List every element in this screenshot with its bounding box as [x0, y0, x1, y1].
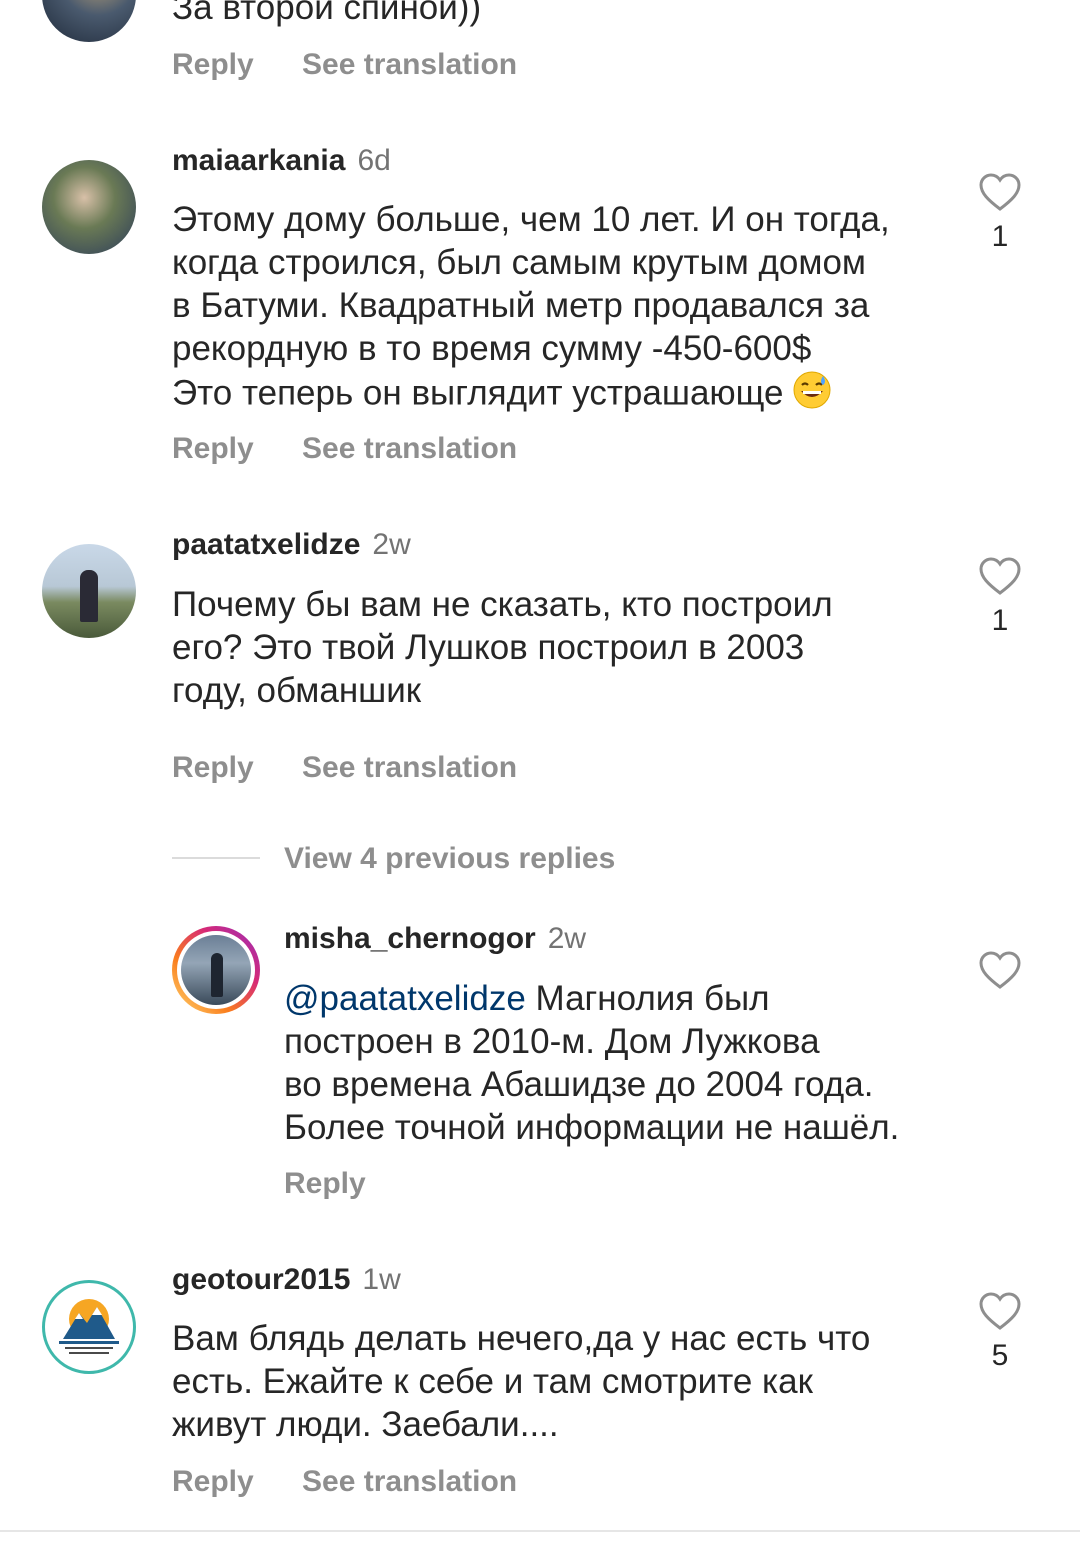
- like-button[interactable]: 5: [970, 1291, 1030, 1373]
- see-translation-button[interactable]: See translation: [302, 1465, 517, 1498]
- reply-meta: misha_chernogor 2w: [284, 922, 586, 956]
- reply-button[interactable]: Reply: [284, 1167, 366, 1200]
- reply-button[interactable]: Reply: [172, 751, 254, 784]
- heart-icon: [979, 173, 1021, 211]
- comment-actions: Reply See translation: [172, 1465, 557, 1499]
- like-button[interactable]: 1: [970, 172, 1030, 254]
- reply-button[interactable]: Reply: [172, 432, 254, 465]
- bottom-divider: [0, 1530, 1080, 1532]
- comment-actions: Reply See translation: [172, 432, 557, 466]
- reply-button[interactable]: Reply: [172, 48, 254, 81]
- avatar-figure: [80, 570, 98, 622]
- heart-icon: [979, 1292, 1021, 1330]
- comment-meta: paatatxelidze 2w: [172, 528, 411, 562]
- mention-link[interactable]: @paatatxelidze: [284, 979, 526, 1018]
- like-button[interactable]: 1: [970, 556, 1030, 638]
- avatar-figure: [211, 953, 223, 997]
- mountain-logo-icon: [59, 1299, 119, 1354]
- avatar-photo: [181, 935, 251, 1005]
- username[interactable]: maiaarkania: [172, 144, 345, 177]
- avatar[interactable]: [42, 1280, 136, 1374]
- grinning-sweat-emoji: [792, 370, 832, 420]
- reply-button[interactable]: Reply: [172, 1465, 254, 1498]
- story-ring-avatar[interactable]: [172, 926, 260, 1014]
- like-button[interactable]: [970, 950, 1030, 990]
- comment-actions: Reply See translation: [172, 48, 557, 82]
- username[interactable]: paatatxelidze: [172, 528, 360, 561]
- see-translation-button[interactable]: See translation: [302, 48, 517, 81]
- view-previous-replies-button[interactable]: View 4 previous replies: [284, 842, 615, 876]
- like-count: 1: [991, 604, 1009, 637]
- comment-text: Вам блядь делать нечего,да у нас есть чт…: [172, 1319, 871, 1444]
- comment-time: 2w: [547, 922, 587, 955]
- comment-text: Этому дому больше, чем 10 лет. И он тогд…: [172, 198, 890, 420]
- comment-meta: maiaarkania 6d: [172, 144, 391, 178]
- see-translation-button[interactable]: See translation: [302, 432, 517, 465]
- replies-divider: [172, 857, 260, 859]
- like-count: 5: [991, 1339, 1009, 1372]
- comment-time: 6d: [357, 144, 391, 177]
- reply-actions: Reply: [284, 1167, 406, 1201]
- comment-text: За второй спиной)): [172, 0, 482, 27]
- see-translation-button[interactable]: See translation: [302, 751, 517, 784]
- comment-time: 2w: [372, 528, 411, 561]
- avatar[interactable]: [42, 160, 136, 254]
- avatar[interactable]: [42, 0, 136, 42]
- username[interactable]: misha_chernogor: [284, 922, 536, 955]
- avatar: [177, 931, 255, 1009]
- avatar[interactable]: [42, 544, 136, 638]
- heart-icon: [979, 951, 1021, 989]
- comment-time: 1w: [362, 1263, 401, 1296]
- comment-text: Почему бы вам не сказать, кто построил е…: [172, 585, 833, 710]
- reply-text: @paatatxelidze Магнолия был построен в 2…: [284, 979, 900, 1147]
- heart-icon: [979, 557, 1021, 595]
- like-count: 1: [991, 220, 1009, 253]
- username[interactable]: geotour2015: [172, 1263, 350, 1296]
- comment-actions: Reply See translation: [172, 751, 557, 785]
- comment-meta: geotour2015 1w: [172, 1263, 401, 1297]
